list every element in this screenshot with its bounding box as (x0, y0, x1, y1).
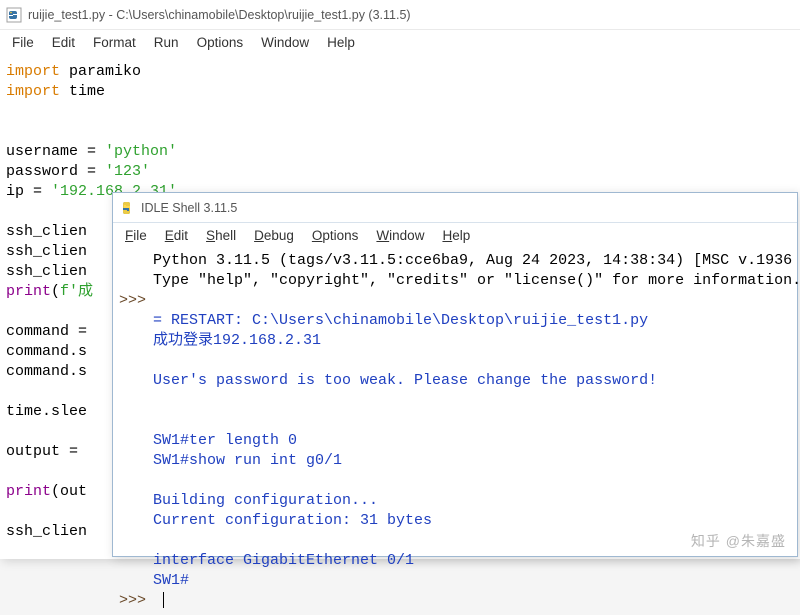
menu-mnemonic: W (376, 228, 389, 243)
menu-window[interactable]: Window (253, 33, 317, 52)
menu-rest: ile (133, 228, 147, 243)
idle-icon (119, 200, 135, 216)
shell-output: Current configuration: 31 bytes (153, 511, 432, 531)
shell-restart: = RESTART: C:\Users\chinamobile\Desktop\… (153, 311, 657, 331)
shell-line: = RESTART: C:\Users\chinamobile\Desktop\… (119, 311, 791, 331)
code-token: print (6, 483, 51, 500)
code-token: command.s (6, 363, 87, 380)
code-token: 'python' (105, 143, 177, 160)
editor-titlebar[interactable]: ruijie_test1.py - C:\Users\chinamobile\D… (0, 0, 800, 30)
code-token: ssh_clien (6, 523, 87, 540)
shell-menu-window[interactable]: Window (368, 226, 432, 245)
code-token: f'成 (60, 283, 93, 300)
code-token: output = (6, 443, 87, 460)
shell-prompt: >>> (119, 591, 153, 611)
menu-edit[interactable]: Edit (44, 33, 83, 52)
python-file-icon (6, 7, 22, 23)
shell-banner: Python 3.11.5 (tags/v3.11.5:cce6ba9, Aug… (153, 251, 800, 271)
code-token: ssh_clien (6, 223, 87, 240)
menu-file[interactable]: File (4, 33, 42, 52)
code-token: import (6, 63, 60, 80)
code-token: command = (6, 323, 87, 340)
code-token: time.slee (6, 403, 87, 420)
menu-rest: ptions (322, 228, 358, 243)
code-token: import (6, 83, 60, 100)
code-token: password = (6, 163, 105, 180)
shell-menu-help[interactable]: Help (434, 226, 478, 245)
shell-banner: Type "help", "copyright", "credits" or "… (153, 271, 800, 291)
shell-output: interface GigabitEthernet 0/1 (153, 551, 414, 571)
shell-line: Building configuration... (119, 491, 791, 511)
shell-output: SW1#show run int g0/1 (153, 451, 342, 471)
menu-rest: elp (452, 228, 470, 243)
code-token: print (6, 283, 51, 300)
code-token: (out (51, 483, 87, 500)
code-token: '123' (105, 163, 150, 180)
shell-output: SW1# (153, 571, 189, 591)
shell-line: 成功登录192.168.2.31 (119, 331, 791, 351)
shell-line: SW1#ter length 0 (119, 431, 791, 451)
menu-mnemonic: D (254, 228, 264, 243)
shell-line: interface GigabitEthernet 0/1 (119, 551, 791, 571)
code-token: paramiko (60, 63, 141, 80)
menu-mnemonic: H (442, 228, 452, 243)
editor-menubar: File Edit Format Run Options Window Help (0, 30, 800, 54)
shell-menu-file[interactable]: File (117, 226, 155, 245)
text-cursor-icon (163, 592, 164, 608)
shell-line: >>> (119, 291, 791, 311)
shell-output: Building configuration... (153, 491, 378, 511)
shell-prompt: >>> (119, 291, 153, 311)
menu-options[interactable]: Options (189, 33, 252, 52)
shell-menu-shell[interactable]: Shell (198, 226, 244, 245)
menu-rest: ebug (264, 228, 294, 243)
menu-help[interactable]: Help (319, 33, 363, 52)
menu-rest: hell (215, 228, 236, 243)
shell-output: User's password is too weak. Please chan… (153, 371, 657, 391)
shell-line: User's password is too weak. Please chan… (119, 371, 791, 391)
menu-rest: dit (174, 228, 188, 243)
menu-format[interactable]: Format (85, 33, 144, 52)
menu-mnemonic: F (125, 228, 133, 243)
code-token: ssh_clien (6, 243, 87, 260)
shell-output: 成功登录192.168.2.31 (153, 331, 321, 351)
menu-mnemonic: S (206, 228, 215, 243)
editor-title: ruijie_test1.py - C:\Users\chinamobile\D… (28, 8, 411, 22)
shell-line: Type "help", "copyright", "credits" or "… (119, 271, 791, 291)
shell-menu-debug[interactable]: Debug (246, 226, 302, 245)
code-token: username = (6, 143, 105, 160)
shell-menu-options[interactable]: Options (304, 226, 367, 245)
shell-title: IDLE Shell 3.11.5 (141, 201, 237, 215)
shell-menu-edit[interactable]: Edit (157, 226, 196, 245)
shell-line (119, 411, 791, 431)
shell-line: Python 3.11.5 (tags/v3.11.5:cce6ba9, Aug… (119, 251, 791, 271)
menu-mnemonic: O (312, 228, 323, 243)
shell-window[interactable]: IDLE Shell 3.11.5 File Edit Shell Debug … (112, 192, 798, 557)
shell-line (119, 471, 791, 491)
shell-output-area[interactable]: Python 3.11.5 (tags/v3.11.5:cce6ba9, Aug… (113, 247, 797, 615)
code-token: time (60, 83, 105, 100)
code-token: ssh_clien (6, 263, 87, 280)
shell-line (119, 351, 791, 371)
menu-run[interactable]: Run (146, 33, 187, 52)
shell-titlebar[interactable]: IDLE Shell 3.11.5 (113, 193, 797, 223)
code-token: ip = (6, 183, 51, 200)
menu-mnemonic: E (165, 228, 174, 243)
code-token: command.s (6, 343, 87, 360)
menu-rest: indow (389, 228, 424, 243)
watermark: 知乎 @朱嘉盛 (691, 531, 786, 551)
shell-line: >>> (119, 591, 791, 611)
code-token: ( (51, 283, 60, 300)
shell-line: Current configuration: 31 bytes (119, 511, 791, 531)
shell-line: SW1# (119, 571, 791, 591)
shell-line: SW1#show run int g0/1 (119, 451, 791, 471)
shell-menubar: File Edit Shell Debug Options Window Hel… (113, 223, 797, 247)
shell-output: SW1#ter length 0 (153, 431, 297, 451)
shell-line (119, 391, 791, 411)
